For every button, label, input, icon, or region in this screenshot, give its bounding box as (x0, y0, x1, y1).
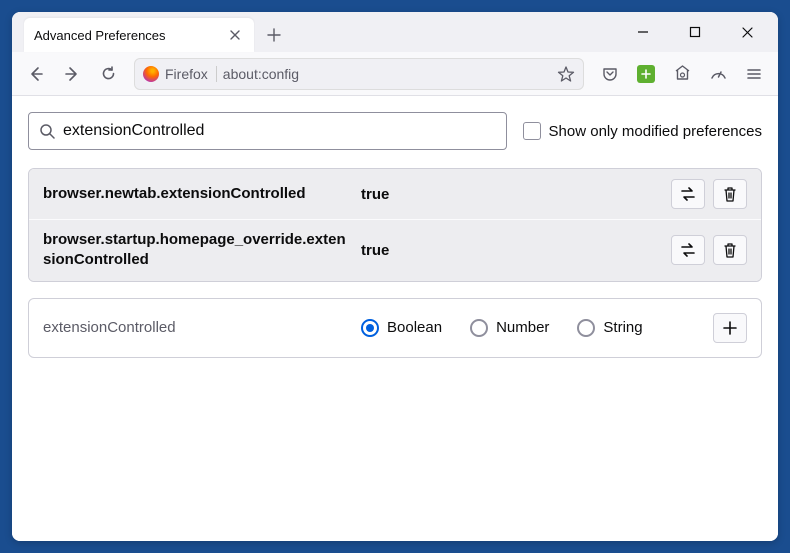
about-config-content: Show only modified preferences browser.n… (12, 96, 778, 541)
reload-icon (100, 65, 117, 82)
account-icon (673, 64, 692, 83)
pocket-icon (601, 65, 619, 83)
back-button[interactable] (20, 58, 52, 90)
overflow-button[interactable] (702, 58, 734, 90)
trash-icon (723, 186, 737, 202)
pref-value: true (361, 242, 663, 259)
delete-button[interactable] (713, 179, 747, 209)
search-input[interactable] (63, 122, 496, 140)
radio-icon (470, 319, 488, 337)
pref-row[interactable]: browser.newtab.extensionControlled true (29, 169, 761, 219)
account-button[interactable] (666, 58, 698, 90)
new-pref-name: extensionControlled (43, 319, 353, 336)
search-row: Show only modified preferences (28, 112, 762, 150)
hamburger-icon (746, 66, 762, 82)
extension-icon (637, 65, 655, 83)
pref-name: browser.newtab.extensionControlled (43, 184, 353, 204)
trash-icon (723, 242, 737, 258)
plus-icon (267, 28, 281, 42)
radio-icon (361, 319, 379, 337)
new-pref-row: extensionControlled Boolean Number Strin… (29, 299, 761, 357)
toggle-button[interactable] (671, 179, 705, 209)
pocket-button[interactable] (594, 58, 626, 90)
maximize-icon (689, 26, 701, 38)
radio-label: String (603, 319, 642, 336)
pref-name: browser.startup.homepage_override.extens… (43, 230, 353, 271)
pref-value: true (361, 186, 663, 203)
toggle-icon (679, 243, 697, 257)
search-icon (39, 123, 55, 139)
extension-button[interactable] (630, 58, 662, 90)
pref-row[interactable]: browser.startup.homepage_override.extens… (29, 219, 761, 281)
close-icon (741, 26, 754, 39)
firefox-window: Advanced Preferences (12, 12, 778, 541)
arrow-left-icon (27, 65, 45, 83)
gauge-icon (709, 64, 728, 83)
delete-button[interactable] (713, 235, 747, 265)
menu-button[interactable] (738, 58, 770, 90)
star-icon (557, 65, 575, 83)
radio-label: Number (496, 319, 549, 336)
navigation-toolbar: Firefox (12, 52, 778, 96)
type-radio-group: Boolean Number String (361, 319, 705, 337)
url-bar[interactable]: Firefox (134, 58, 584, 90)
window-controls (628, 12, 774, 52)
radio-string[interactable]: String (577, 319, 642, 337)
reload-button[interactable] (92, 58, 124, 90)
checkbox-label: Show only modified preferences (549, 123, 762, 140)
tab-title: Advanced Preferences (34, 28, 226, 43)
minimize-button[interactable] (628, 17, 658, 47)
identity-label: Firefox (165, 66, 208, 82)
close-tab-button[interactable] (226, 26, 244, 44)
add-button[interactable] (713, 313, 747, 343)
tab-bar: Advanced Preferences (12, 12, 778, 52)
tab-advanced-preferences[interactable]: Advanced Preferences (24, 18, 254, 52)
show-modified-checkbox[interactable]: Show only modified preferences (523, 122, 762, 140)
arrow-right-icon (63, 65, 81, 83)
minimize-icon (637, 26, 649, 38)
forward-button[interactable] (56, 58, 88, 90)
new-pref-table: extensionControlled Boolean Number Strin… (28, 298, 762, 358)
radio-label: Boolean (387, 319, 442, 336)
close-window-button[interactable] (732, 17, 762, 47)
identity-box[interactable]: Firefox (143, 66, 217, 82)
radio-number[interactable]: Number (470, 319, 549, 337)
firefox-logo-icon (143, 66, 159, 82)
plus-icon (723, 321, 737, 335)
url-input[interactable] (223, 66, 551, 82)
search-box[interactable] (28, 112, 507, 150)
close-icon (229, 29, 241, 41)
radio-boolean[interactable]: Boolean (361, 319, 442, 337)
toggle-button[interactable] (671, 235, 705, 265)
pref-table: browser.newtab.extensionControlled true … (28, 168, 762, 282)
maximize-button[interactable] (680, 17, 710, 47)
bookmark-star-button[interactable] (557, 65, 575, 83)
radio-icon (577, 319, 595, 337)
checkbox-icon (523, 122, 541, 140)
toggle-icon (679, 187, 697, 201)
new-tab-button[interactable] (260, 21, 288, 49)
